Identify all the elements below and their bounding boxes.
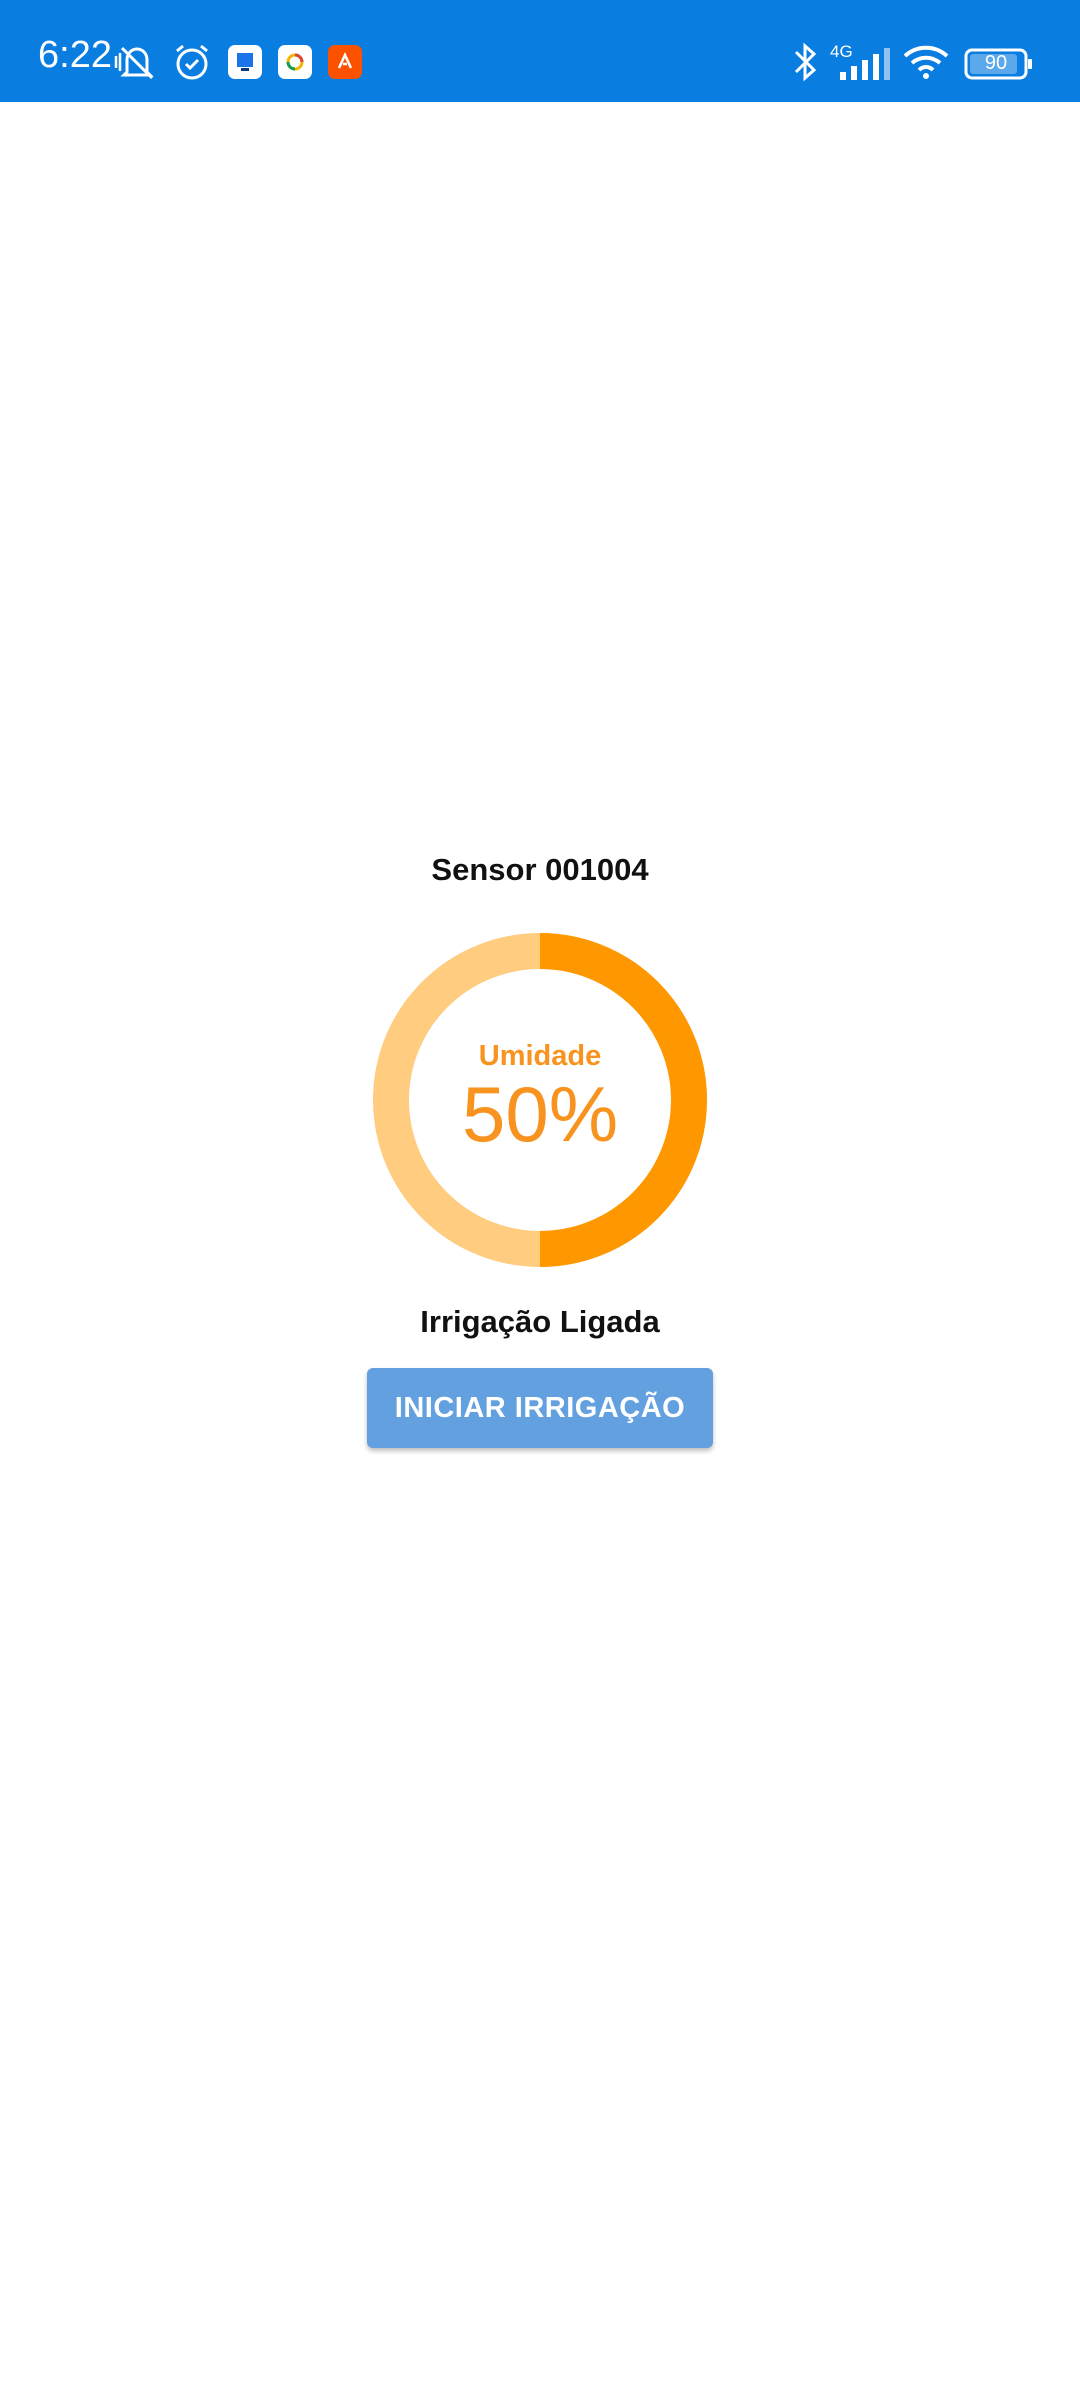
signal-icon bbox=[838, 46, 892, 87]
start-irrigation-button[interactable]: INICIAR IRRIGAÇÃO bbox=[367, 1368, 713, 1448]
gauge-value: 50% bbox=[461, 1070, 619, 1158]
irrigation-status: Irrigação Ligada bbox=[420, 1304, 660, 1339]
battery-icon: 90 bbox=[964, 48, 1034, 80]
bluetooth-icon bbox=[790, 40, 820, 89]
app-icon-strava bbox=[328, 45, 362, 79]
alarm-icon bbox=[172, 42, 212, 87]
battery-level: 90 bbox=[984, 52, 1008, 74]
vibrate-muted-icon bbox=[112, 42, 160, 87]
status-time: 6:22 bbox=[38, 34, 112, 76]
wifi-icon bbox=[902, 44, 950, 85]
app-icon-blue bbox=[228, 45, 262, 79]
sensor-title: Sensor 001004 bbox=[431, 852, 649, 887]
status-bar: 6:22 4G 90 bbox=[0, 0, 1080, 102]
app-icon-ring bbox=[278, 45, 312, 79]
